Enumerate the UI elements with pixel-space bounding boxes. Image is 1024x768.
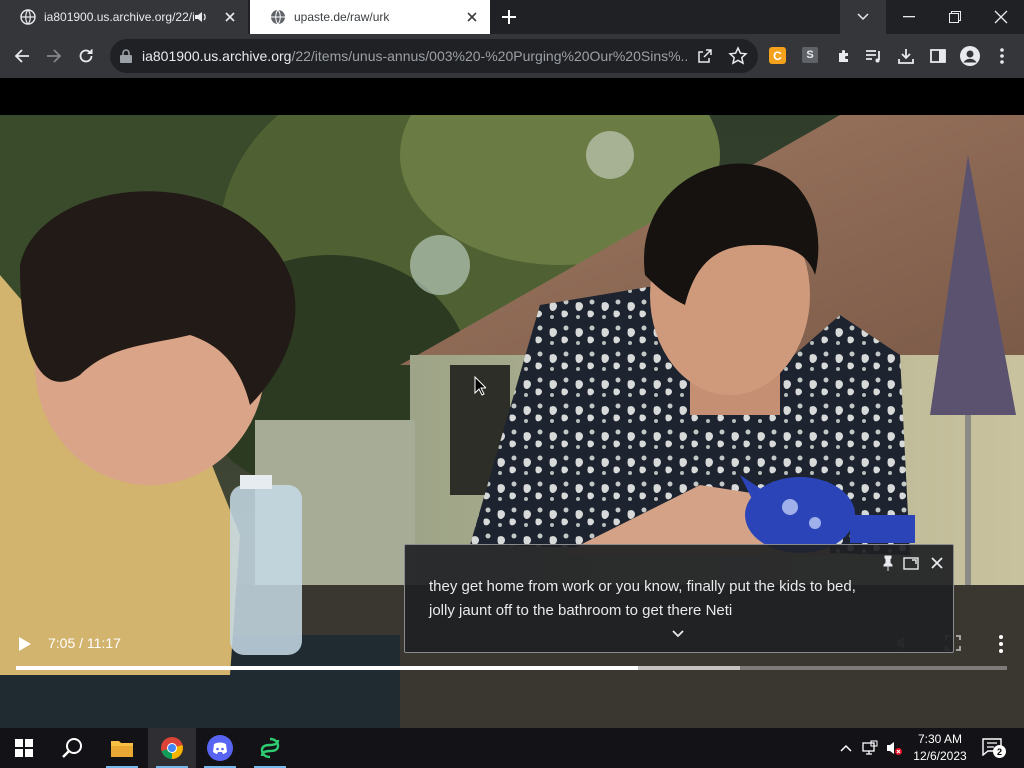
playlist-icon [866,50,880,63]
seek-bar[interactable] [16,666,1007,670]
media-control-button[interactable] [862,44,886,68]
minimize-icon [903,16,915,18]
restore-icon [949,11,961,23]
app-icon [260,737,280,759]
speaker-icon[interactable] [194,10,208,24]
discord-button[interactable] [196,728,244,768]
tab-search-button[interactable] [840,0,886,34]
globe-icon [271,9,285,25]
search-icon [62,738,82,758]
pin-icon[interactable] [881,555,895,571]
extension-c-icon[interactable]: C [769,47,786,64]
side-panel-button[interactable] [926,44,950,68]
reload-button[interactable] [74,44,98,68]
puzzle-icon [839,50,848,62]
time-display: 7:05 / 11:17 [48,635,121,651]
play-icon[interactable] [16,635,34,653]
file-explorer-button[interactable] [98,728,146,768]
globe-icon [20,9,36,25]
forward-button[interactable] [42,44,66,68]
mouse-cursor-icon [474,376,486,396]
notification-center-button[interactable]: 2 [982,738,1006,758]
bookmark-star-icon[interactable] [728,46,748,66]
restore-button[interactable] [932,0,978,34]
lock-icon[interactable] [119,48,133,64]
caption-line: they get home from work or you know, fin… [429,578,856,595]
share-icon[interactable] [696,47,714,65]
played-bar [16,666,639,670]
start-icon [15,739,33,757]
close-icon [994,10,1008,24]
live-caption-bubble[interactable]: they get home from work or you know, fin… [404,544,954,653]
file-explorer-icon [111,741,133,757]
extension-s-icon[interactable]: S [802,47,818,63]
chrome-button[interactable] [148,728,196,768]
downloads-button[interactable] [894,44,918,68]
tab-strip: ia801900.us.archive.org/22/i upaste.de/r… [0,0,1024,34]
new-tab-icon[interactable] [496,5,522,29]
url-text[interactable]: ia801900.us.archive.org/22/items/unus-an… [142,48,687,64]
arrow-right-icon [47,49,62,63]
notification-count-badge: 2 [993,745,1006,758]
tab-title: upaste.de/raw/urk [294,10,390,24]
close-window-button[interactable] [978,0,1024,34]
download-icon [898,49,914,64]
expand-icon[interactable] [903,555,919,571]
chevron-up-icon[interactable] [838,740,854,756]
profile-button[interactable] [958,44,982,68]
app-button[interactable] [246,728,294,768]
more-vert-icon[interactable] [992,634,1010,654]
side-panel-icon [930,49,946,63]
muted-speaker-icon[interactable] [886,740,902,756]
address-bar[interactable]: ia801900.us.archive.org/22/items/unus-an… [110,39,758,73]
avatar-icon [960,46,980,66]
chrome-menu-button[interactable] [990,44,1014,68]
minimize-button[interactable] [886,0,932,34]
close-icon[interactable] [929,555,945,571]
more-vert-icon [1000,48,1004,64]
close-tab-icon[interactable] [464,9,480,25]
tab-archive[interactable]: ia801900.us.archive.org/22/i [0,0,248,34]
extensions-button[interactable] [832,44,856,68]
close-tab-icon[interactable] [222,9,238,25]
chevron-down-icon[interactable] [671,628,685,640]
url-host: ia801900.us.archive.org [142,48,292,64]
video-player[interactable]: 7:05 / 11:17 they get home from work or … [0,78,1024,728]
chrome-icon [161,737,183,759]
arrow-left-icon [14,49,29,63]
discord-icon [207,735,233,761]
back-button[interactable] [10,44,34,68]
chevron-down-icon [857,13,869,21]
start-button[interactable] [0,728,48,768]
clock-time: 7:30 AM [917,732,963,746]
url-path: /22/items/unus-annus/003%20-%20Purging%2… [291,48,687,64]
taskbar: 7:30 AM 12/6/2023 2 [0,728,1024,768]
tab-title: ia801900.us.archive.org/22/i [44,10,194,24]
tab-upaste[interactable]: upaste.de/raw/urk [250,0,490,34]
clock-date: 12/6/2023 [913,749,967,763]
system-clock[interactable]: 7:30 AM 12/6/2023 [912,731,968,765]
caption-line: jolly jaunt off to the bathroom to get t… [429,602,733,619]
network-icon[interactable] [862,740,878,756]
reload-icon [79,49,93,63]
search-button[interactable] [48,728,96,768]
